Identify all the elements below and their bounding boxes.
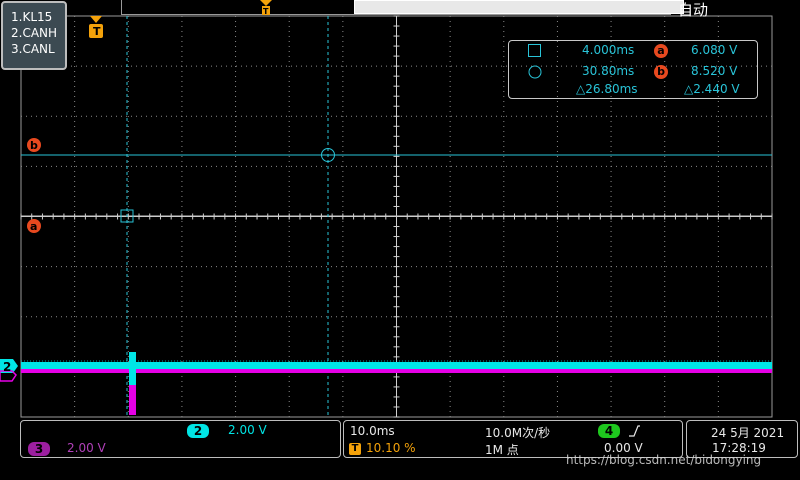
cursor-b-time: 30.80ms xyxy=(582,64,635,78)
trigger-mode-label[interactable]: 自动 xyxy=(678,0,708,20)
channel-label-2: 2.CANH xyxy=(11,26,58,40)
cursor-a-square-icon xyxy=(528,44,541,57)
channel-settings-panel[interactable]: 2 2.00 V 3 2.00 V xyxy=(20,420,341,458)
trigger-position-value[interactable]: 10.10 % xyxy=(366,441,416,455)
cursor-a-time: 4.000ms xyxy=(582,43,635,57)
cursor-a-value-badge: a xyxy=(654,44,668,58)
ch3-scale[interactable]: 2.00 V xyxy=(67,441,106,455)
ch2-trace-spike xyxy=(129,352,136,385)
cursor-a-badge-label: a xyxy=(30,220,37,233)
date-display: 24 5月 2021 xyxy=(711,426,785,440)
trigger-source-badge[interactable]: 4 xyxy=(598,424,620,438)
rising-edge-icon[interactable] xyxy=(627,424,641,438)
cursor-b-circle-icon xyxy=(528,65,542,79)
cursor-b-badge-label: b xyxy=(30,139,38,152)
channel-label-1: 1.KL15 xyxy=(11,10,53,24)
cursor-a-value: 6.080 V xyxy=(691,43,738,57)
cursor-delta-value: △2.440 V xyxy=(684,82,740,96)
cursor-b-value-badge: b xyxy=(654,65,668,79)
ch2-badge[interactable]: 2 xyxy=(187,424,209,438)
memory-trigger-marker-icon: T xyxy=(260,0,272,16)
trigger-position-badge: T xyxy=(349,443,361,455)
ch2-scale[interactable]: 2.00 V xyxy=(228,423,267,437)
memory-view-window[interactable] xyxy=(354,0,684,14)
svg-text:T: T xyxy=(263,7,269,16)
channel-label-3: 3.CANL xyxy=(11,42,55,56)
sample-rate: 10.0M次/秒 xyxy=(485,426,551,440)
channel-label-panel[interactable]: 1.KL15 2.CANH 3.CANL xyxy=(1,1,67,70)
timebase-scale[interactable]: 10.0ms xyxy=(350,424,395,438)
cursor-readout-panel[interactable]: 4.000ms a 6.080 V 30.80ms b 8.520 V △26.… xyxy=(508,40,758,99)
ch3-badge[interactable]: 3 xyxy=(28,442,50,456)
trigger-position-marker-label: T xyxy=(93,25,101,38)
memory-depth[interactable]: 1M 点 xyxy=(485,441,519,458)
watermark: https://blog.csdn.net/bidongying xyxy=(566,453,762,467)
cursor-b-value: 8.520 V xyxy=(691,64,738,78)
ch2-marker-label: 2 xyxy=(3,360,11,374)
cursor-delta-time: △26.80ms xyxy=(576,82,638,96)
memory-position-bar[interactable]: T xyxy=(121,0,684,16)
